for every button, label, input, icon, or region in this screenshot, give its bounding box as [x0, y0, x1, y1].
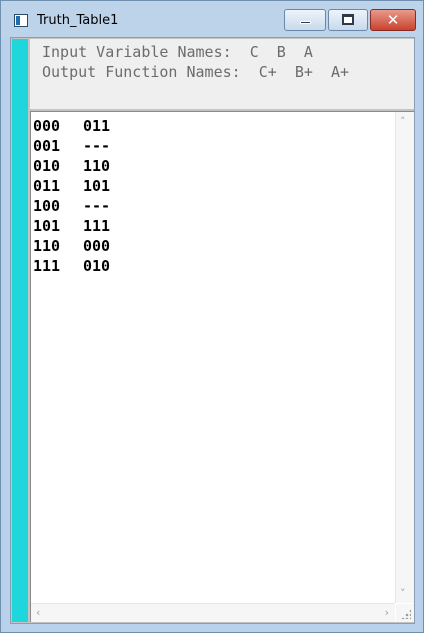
table-row[interactable]: 110 000: [33, 236, 110, 256]
row-input-value: 001: [33, 137, 61, 155]
horizontal-scrollbar[interactable]: ‹ ›: [31, 603, 395, 622]
vertical-scrollbar[interactable]: ˄ ˅: [395, 112, 414, 603]
row-output-value: ---: [83, 197, 111, 215]
row-input-value: 101: [33, 217, 61, 235]
maximize-icon: [342, 14, 354, 25]
input-variable-label: Input Variable Names:: [42, 43, 232, 61]
side-margin-bar: [12, 39, 28, 622]
output-function-names: Output Function Names: C+ B+ A+: [42, 63, 349, 81]
maximize-button[interactable]: [328, 9, 368, 31]
output-function-values: C+ B+ A+: [258, 63, 350, 81]
row-input-value: 010: [33, 157, 61, 175]
table-row[interactable]: 001 ---: [33, 136, 110, 156]
row-input-value: 110: [33, 237, 61, 255]
table-row[interactable]: 100 ---: [33, 196, 110, 216]
row-input-value: 000: [33, 117, 61, 135]
input-variable-names: Input Variable Names: C B A: [42, 43, 313, 61]
resize-grip-icon[interactable]: [396, 604, 414, 622]
row-input-value: 011: [33, 177, 61, 195]
row-input-value: 111: [33, 257, 61, 275]
table-row[interactable]: 111 010: [33, 256, 110, 276]
truth-table-editor[interactable]: 000 011 001 --- 010 110 011 101 100 --- 101 111 110 0…: [30, 111, 414, 622]
row-output-value: 101: [83, 177, 111, 195]
table-row[interactable]: 101 111: [33, 216, 110, 236]
chevron-up-icon[interactable]: ˄: [400, 115, 406, 128]
chevron-right-icon[interactable]: ›: [385, 606, 389, 619]
client-area: Input Variable Names: C B A Output Funct…: [10, 37, 415, 624]
table-row[interactable]: 011 101: [33, 176, 110, 196]
row-input-value: 100: [33, 197, 61, 215]
input-variable-values: C B A: [249, 43, 313, 61]
table-row[interactable]: 000 011: [33, 116, 110, 136]
chevron-down-icon[interactable]: ˅: [400, 587, 406, 600]
row-output-value: 000: [83, 237, 111, 255]
row-output-value: 110: [83, 157, 111, 175]
minimize-icon: [300, 21, 311, 24]
truth-table-rows: 000 011 001 --- 010 110 011 101 100 --- 101 111 110 0…: [33, 116, 110, 276]
row-output-value: 111: [83, 217, 111, 235]
minimize-button[interactable]: [284, 9, 326, 31]
window-title: Truth_Table1: [37, 13, 119, 28]
table-row[interactable]: 010 110: [33, 156, 110, 176]
row-output-value: 011: [83, 117, 111, 135]
close-button[interactable]: ✕: [370, 9, 416, 31]
app-window-icon[interactable]: [14, 14, 28, 27]
close-icon: ✕: [386, 11, 400, 29]
row-output-value: ---: [83, 137, 111, 155]
output-function-label: Output Function Names:: [42, 63, 241, 81]
row-output-value: 010: [83, 257, 111, 275]
variable-names-panel: Input Variable Names: C B A Output Funct…: [30, 39, 414, 109]
title-bar[interactable]: Truth_Table1 ✕: [1, 1, 423, 37]
truth-table-window: Truth_Table1 ✕ Input Variable Names: C B…: [0, 0, 424, 633]
chevron-left-icon[interactable]: ‹: [36, 606, 40, 619]
